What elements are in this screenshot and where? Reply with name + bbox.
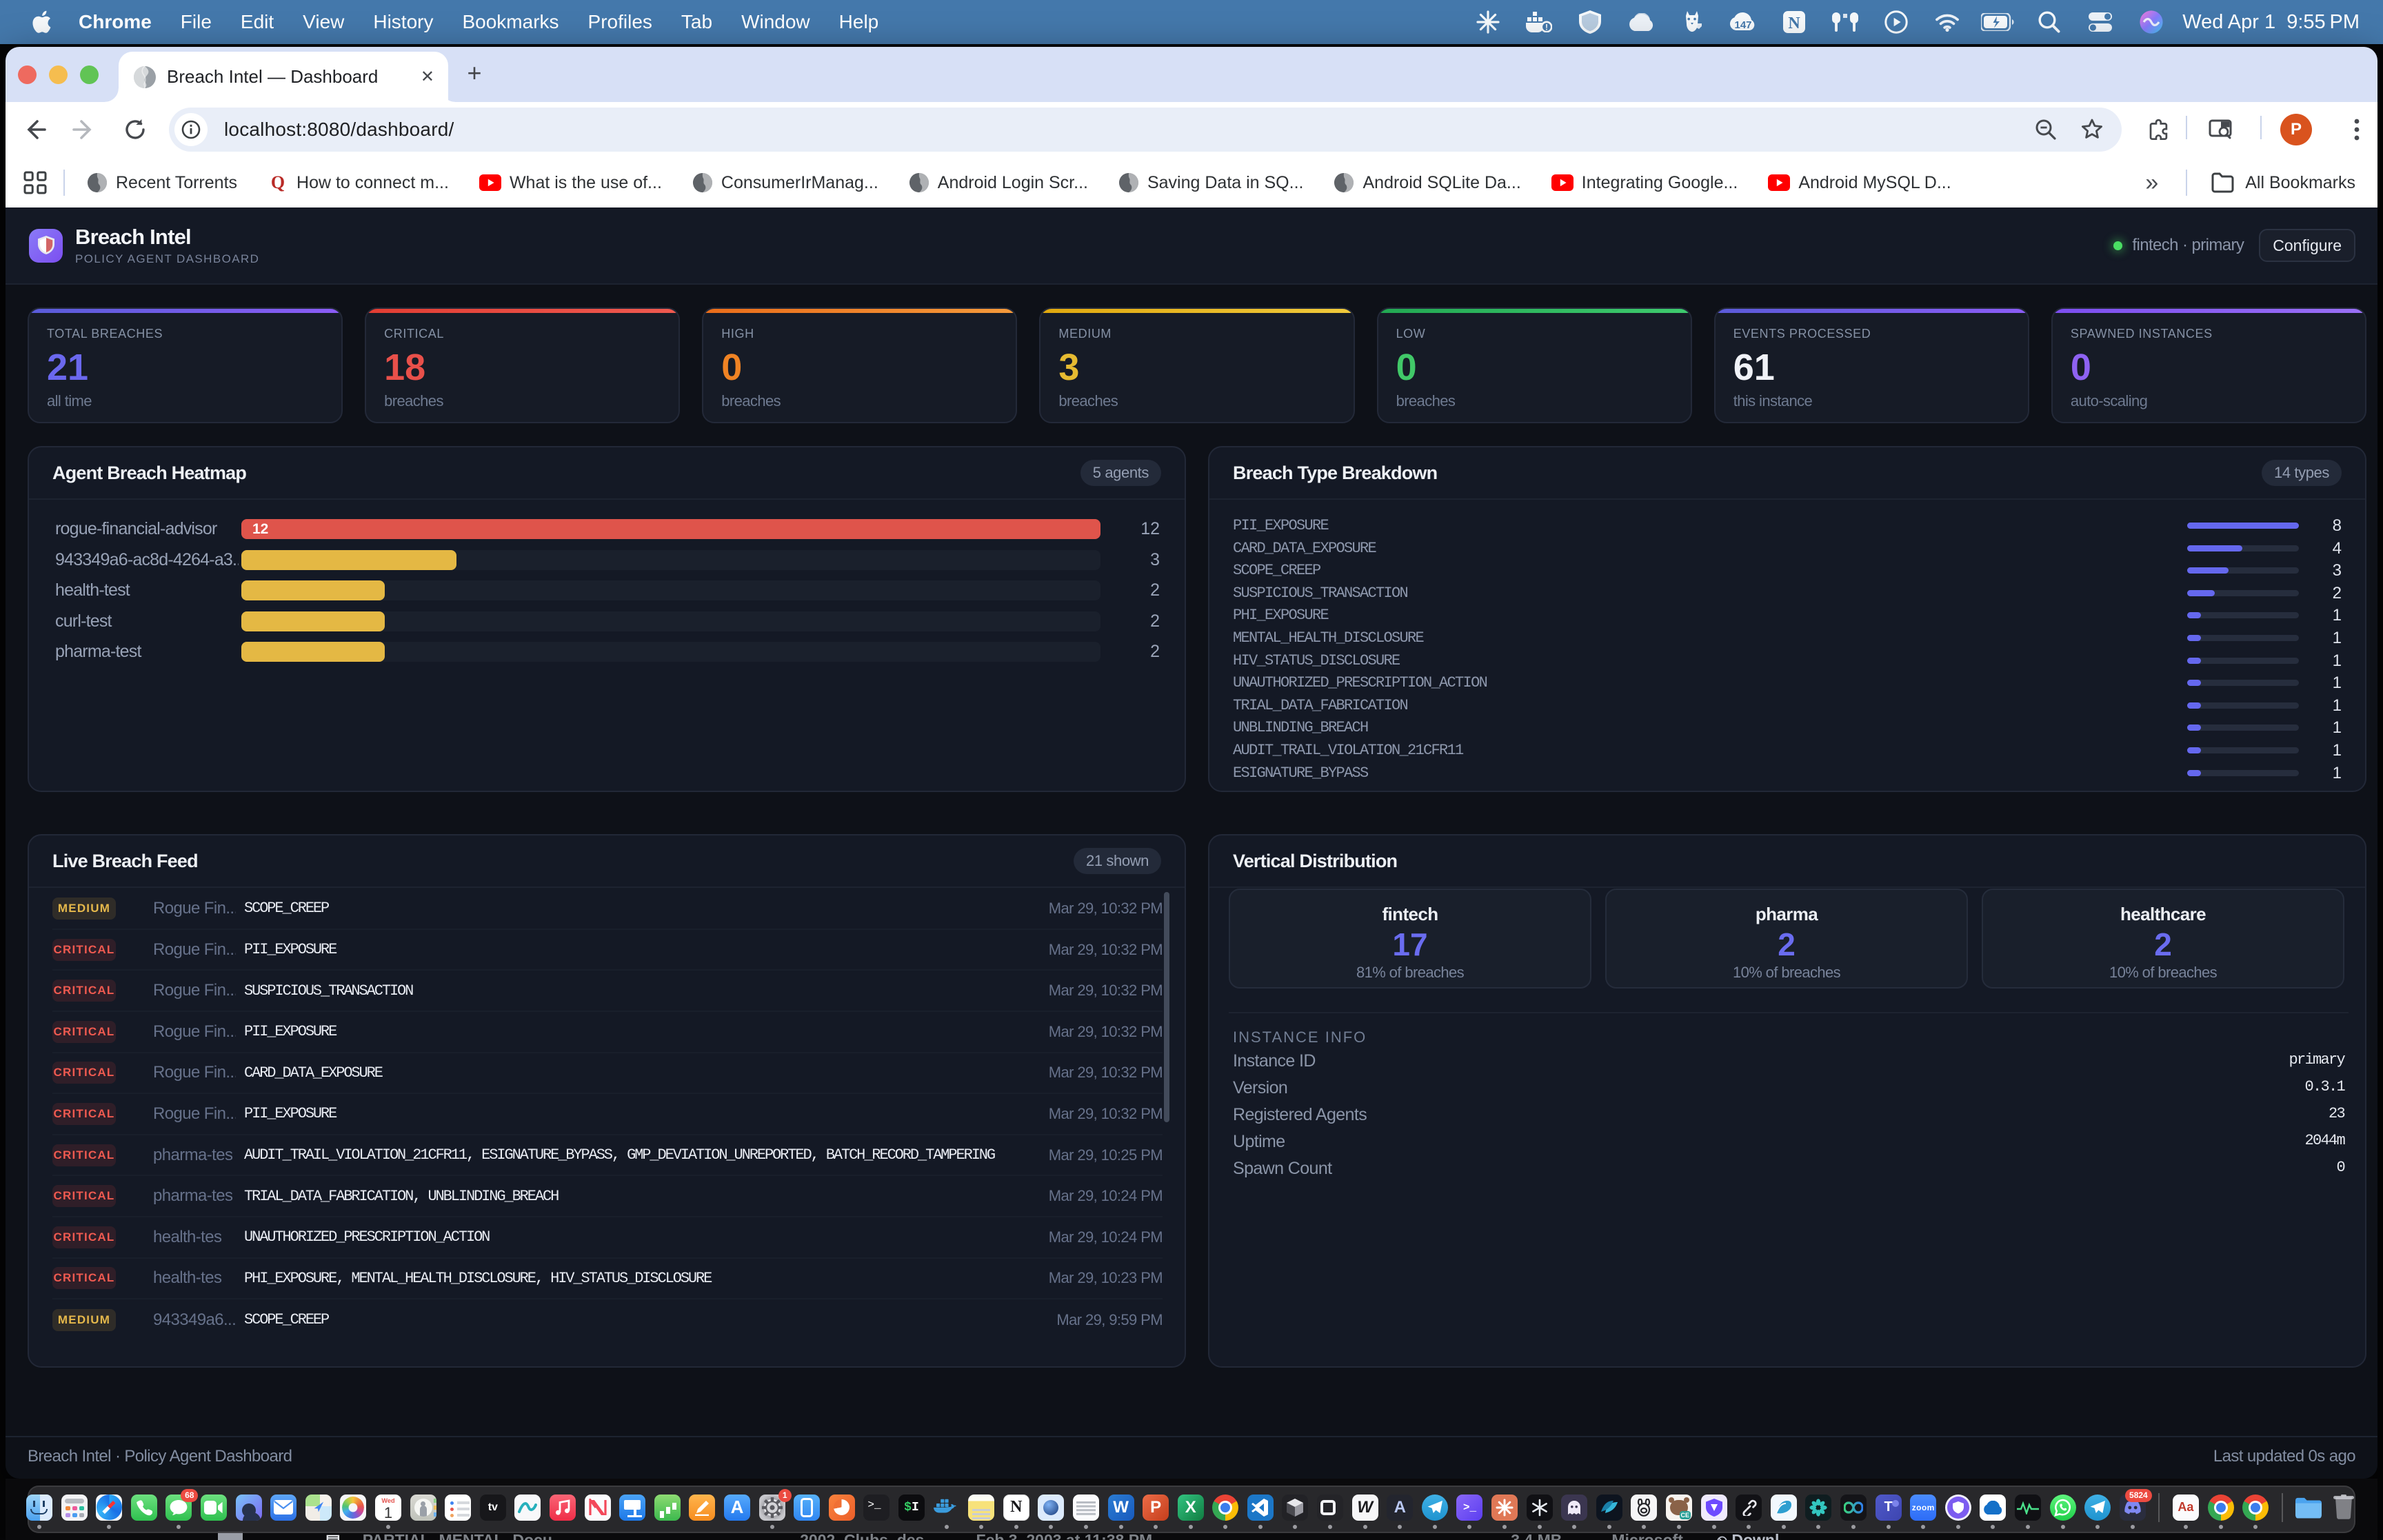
svg-text:147: 147 (1735, 19, 1752, 31)
svg-text:N: N (1789, 14, 1801, 32)
svg-text:!: ! (1545, 23, 1548, 32)
